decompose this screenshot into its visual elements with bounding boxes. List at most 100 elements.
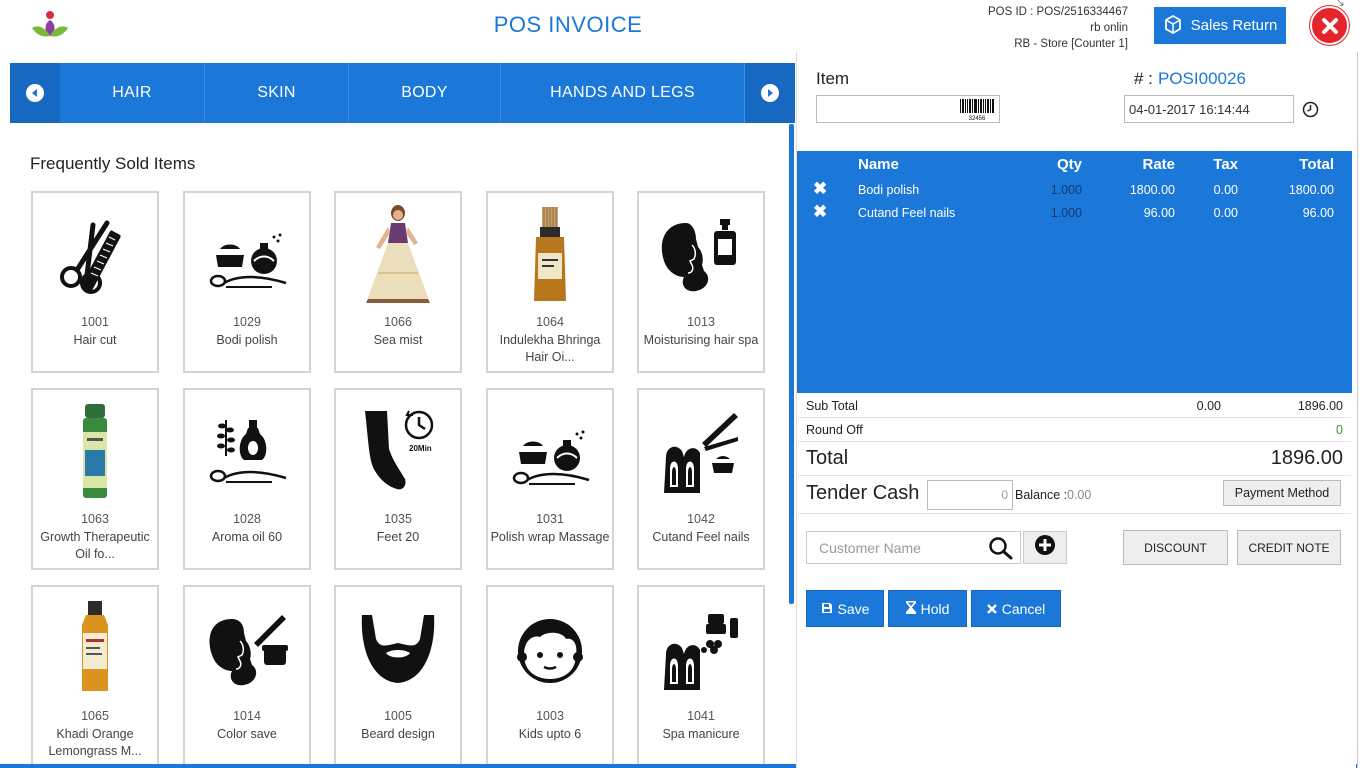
box-return-icon — [1163, 14, 1183, 38]
product-name: Kids upto 6 — [518, 727, 582, 741]
massage-bowl-perfume-icon — [502, 398, 598, 506]
barcode-number: 32456 — [969, 116, 986, 121]
close-icon[interactable] — [1310, 6, 1349, 45]
table-row: ✖ Cutand Feel nails 1.000 96.00 0.00 96.… — [797, 202, 1352, 227]
tab-hair[interactable]: HAIR — [60, 63, 205, 123]
column-name: Name — [858, 156, 899, 173]
hold-button[interactable]: Hold — [888, 590, 967, 627]
product-name: Bodi polish — [216, 333, 278, 347]
invoice-number: POSI00026 — [1158, 69, 1246, 88]
add-customer-button[interactable] — [1023, 531, 1067, 564]
subtotal-tax: 0.00 — [1196, 399, 1221, 413]
product-tile[interactable]: 1028 Aroma oil 60 — [183, 388, 311, 570]
balance-label: Balance : — [1015, 488, 1068, 502]
product-code: 1041 — [687, 709, 715, 723]
roundoff-row: Round Off 0 — [798, 420, 1351, 442]
green-bottle-image — [47, 398, 143, 506]
header: POS INVOICE POS ID : POS/2516334467 rb o… — [0, 0, 1366, 52]
hair-color-brush-icon — [199, 595, 295, 703]
product-code: 1014 — [233, 709, 261, 723]
payment-method-button[interactable]: Payment Method — [1223, 480, 1341, 506]
product-name: Color save — [217, 727, 277, 741]
orange-bottle-image — [47, 595, 143, 703]
product-code: 1042 — [687, 512, 715, 526]
product-tile[interactable]: 1013 Moisturising hair spa — [637, 191, 765, 373]
product-tile[interactable]: 1031 Polish wrap Massage — [486, 388, 614, 570]
column-total: Total — [1299, 156, 1334, 173]
product-code: 1035 — [384, 512, 412, 526]
frequently-sold-title: Frequently Sold Items — [30, 154, 196, 173]
user-name: rb onlin — [1090, 22, 1128, 34]
discount-button[interactable]: DISCOUNT — [1123, 530, 1228, 565]
brand-logo — [30, 8, 70, 40]
barcode-icon[interactable]: 32456 — [958, 97, 996, 122]
remove-item-icon[interactable]: ✖ — [813, 202, 827, 222]
save-label: Save — [837, 600, 870, 617]
item-rate: 96.00 — [1143, 206, 1175, 220]
product-code: 1013 — [687, 315, 715, 329]
nail-file-icon — [653, 398, 749, 506]
product-tile[interactable]: 1001 Hair cut — [31, 191, 159, 373]
oil-bottle-image — [502, 201, 598, 309]
product-code: 1029 — [233, 315, 261, 329]
item-name: Bodi polish — [858, 183, 920, 197]
product-name: Growth Therapeutic Oil fo... — [40, 530, 150, 561]
sales-return-label: Sales Return — [1190, 17, 1278, 34]
invoice-date-input[interactable]: 04-01-2017 16:14:44 — [1124, 95, 1294, 123]
foot-timer-icon: 20Min — [350, 398, 446, 506]
product-tile[interactable]: 1005 Beard design — [334, 585, 462, 767]
woman-hair-spa-icon — [653, 201, 749, 309]
total-label: Total — [806, 447, 849, 469]
product-tile[interactable]: 1063 Growth Therapeutic Oil fo... — [31, 388, 159, 570]
expand-icon[interactable]: ⤡ — [1334, 0, 1344, 9]
column-tax: Tax — [1213, 156, 1238, 173]
product-tile[interactable]: 1066 Sea mist — [334, 191, 462, 373]
cancel-label: Cancel — [1001, 600, 1046, 617]
product-tile[interactable]: 1014 Color save — [183, 585, 311, 767]
product-code: 1066 — [384, 315, 412, 329]
invoice-scrollbar[interactable] — [1357, 52, 1366, 768]
tab-body[interactable]: BODY — [349, 63, 501, 123]
category-bar: HAIR SKIN BODY HANDS AND LEGS — [10, 63, 795, 123]
clock-icon[interactable] — [1302, 101, 1319, 123]
store-name: RB - Store [Counter 1] — [1014, 38, 1128, 50]
product-tile[interactable]: 1064 Indulekha Bhringa Hair Oi... — [486, 191, 614, 373]
item-name: Cutand Feel nails — [858, 206, 956, 220]
product-scrollbar[interactable] — [789, 124, 794, 604]
item-qty[interactable]: 1.000 — [1051, 183, 1082, 197]
tab-skin[interactable]: SKIN — [205, 63, 349, 123]
hold-label: Hold — [920, 600, 950, 617]
tender-cash-input[interactable]: 0 — [927, 480, 1013, 510]
search-icon[interactable] — [988, 536, 1014, 565]
scissors-comb-icon — [47, 201, 143, 309]
product-tile[interactable]: 1029 Bodi polish — [183, 191, 311, 373]
item-tax: 0.00 — [1213, 183, 1238, 197]
pos-id: POS ID : POS/2516334467 — [987, 6, 1128, 18]
product-tile[interactable]: 1041 Spa manicure — [637, 585, 765, 767]
column-qty: Qty — [1056, 156, 1082, 173]
tab-hands-and-legs[interactable]: HANDS AND LEGS — [501, 63, 745, 123]
credit-note-button[interactable]: CREDIT NOTE — [1237, 530, 1341, 565]
cancel-button[interactable]: Cancel — [971, 590, 1061, 627]
product-code: 1065 — [81, 709, 109, 723]
item-total: 1800.00 — [1288, 183, 1334, 197]
aroma-oil-herb-icon — [199, 398, 295, 506]
floppy-disk-icon — [821, 601, 833, 617]
product-tile[interactable]: 20Min 1035 Feet 20 — [334, 388, 462, 570]
save-button[interactable]: Save — [806, 590, 884, 627]
product-name: Feet 20 — [376, 530, 420, 544]
invoice-items-table: Name Qty Rate Tax Total ✖ Bodi polish 1.… — [797, 151, 1352, 393]
hourglass-icon — [905, 600, 916, 617]
product-name: Polish wrap Massage — [490, 530, 610, 544]
table-row: ✖ Bodi polish 1.000 1800.00 0.00 1800.00 — [797, 179, 1352, 204]
product-tile[interactable]: 1042 Cutand Feel nails — [637, 388, 765, 570]
product-name: Khadi Orange Lemongrass M... — [48, 727, 142, 758]
category-prev-button[interactable] — [10, 63, 60, 123]
sales-return-button[interactable]: Sales Return — [1154, 7, 1286, 44]
item-qty[interactable]: 1.000 — [1051, 206, 1082, 220]
plus-circle-icon — [1034, 534, 1056, 561]
product-tile[interactable]: 1065 Khadi Orange Lemongrass M... — [31, 585, 159, 767]
category-next-button[interactable] — [745, 63, 795, 123]
remove-item-icon[interactable]: ✖ — [813, 179, 827, 199]
product-tile[interactable]: 1003 Kids upto 6 — [486, 585, 614, 767]
